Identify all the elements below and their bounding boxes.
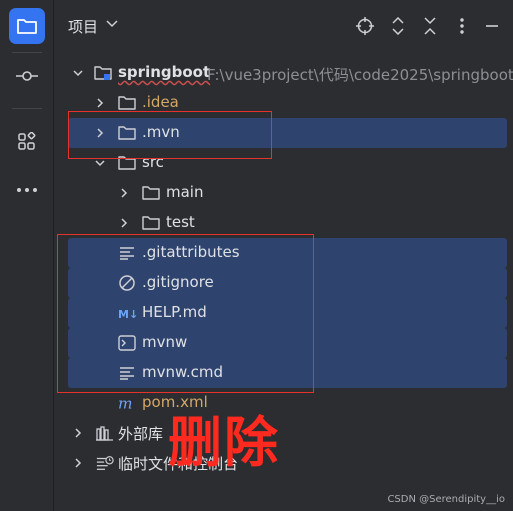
chevron-right-icon[interactable] [118,187,130,199]
hide-button[interactable] [482,16,502,36]
rail-divider [12,108,42,109]
tree-label: test [166,213,195,231]
scratch-icon [96,454,114,472]
maven-icon: m [118,394,136,412]
folder-icon [118,94,136,112]
annotation-delete-text: 删除 [168,411,280,474]
tree-row-external-libraries[interactable]: 外部库 [54,418,513,448]
expand-all-button[interactable] [388,16,408,36]
commit-icon [16,71,38,81]
chevron-right-icon[interactable] [118,217,130,229]
more-icon [17,188,37,192]
structure-icon [18,132,36,150]
module-folder-icon [94,64,112,82]
watermark: CSDN @Serendipity__io [387,494,505,505]
project-panel-header: 项目 [54,0,513,52]
rail-divider [12,52,42,53]
more-tools-button[interactable] [9,172,45,208]
chevron-down-icon[interactable] [72,67,84,79]
svg-text:m: m [118,395,133,411]
minimize-icon [486,25,498,27]
chevron-down-icon[interactable] [106,20,118,28]
annotation-box-files [57,234,314,393]
collapse-all-button[interactable] [420,16,440,36]
kebab-menu-icon [460,18,464,34]
tree-label: 外部库 [118,425,164,443]
chevron-right-icon[interactable] [72,457,84,469]
locate-button[interactable] [355,16,375,36]
collapse-icon [424,17,436,35]
crosshair-icon [356,17,374,35]
folder-icon [17,19,37,34]
tree-row-scratches[interactable]: 临时文件和控制台 [54,448,513,478]
tree-row-springboot[interactable]: springboot F:\vue3project\代码\code2025\sp… [54,58,513,88]
annotation-box-mvn [68,111,272,159]
chevron-right-icon[interactable] [72,427,84,439]
chevron-right-icon[interactable] [94,97,106,109]
tree-label: main [166,183,204,201]
folder-icon [142,214,160,232]
options-button[interactable] [452,16,472,36]
folder-icon [142,184,160,202]
activity-rail [0,0,54,511]
project-path: F:\vue3project\代码\code2025\springboot [207,66,513,84]
commit-tool-button[interactable] [9,58,45,94]
panel-title[interactable]: 项目 [68,16,98,37]
structure-tool-button[interactable] [9,124,45,160]
expand-icon [392,17,404,35]
project-tool-button[interactable] [9,8,45,44]
library-icon [96,424,114,442]
tree-row-main[interactable]: main [54,178,513,208]
tree-label: .idea [142,93,179,111]
tree-label: springboot [118,63,211,81]
